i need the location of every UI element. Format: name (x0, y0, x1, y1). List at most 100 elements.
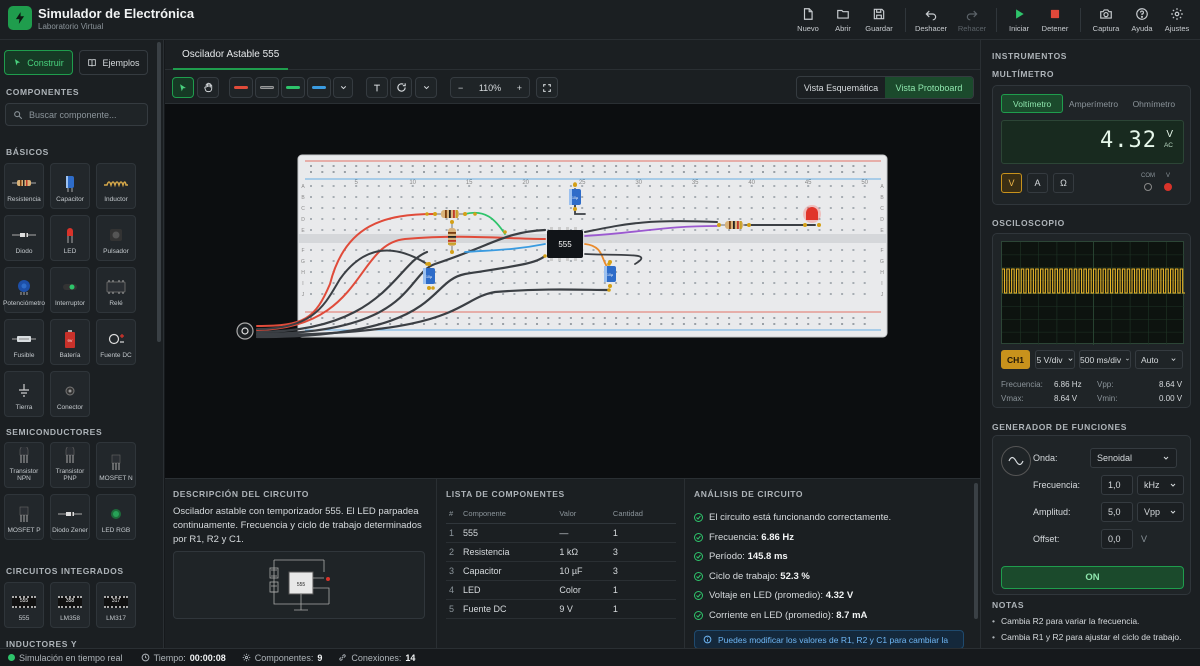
comp-ic-lm317[interactable]: 317 LM317 (96, 582, 136, 628)
open-button[interactable]: Abrir (832, 3, 854, 37)
breadboard-hole (456, 207, 459, 209)
v-jack[interactable] (1164, 183, 1172, 191)
breadboard-hole (739, 185, 742, 187)
zoom-in-button[interactable]: + (517, 83, 522, 93)
resistor-band (729, 221, 731, 229)
help-button[interactable]: Ayuda (1130, 3, 1154, 37)
table-row[interactable]: 2 Resistencia 1 kΩ 3 (446, 542, 676, 562)
comp-conector[interactable]: Conector (50, 371, 90, 417)
wire-red-button[interactable] (229, 77, 253, 98)
table-row[interactable]: 3 Capacitor 10 µF 3 (446, 561, 676, 581)
channel-1-button[interactable]: CH1 (1001, 350, 1030, 369)
bottom-panel-scrollbar[interactable] (974, 483, 978, 619)
comp-fuente-dc[interactable]: Fuente DC (96, 319, 136, 365)
start-button[interactable]: Iniciar (1007, 3, 1031, 37)
amp-label: Amplitud: (1033, 507, 1071, 517)
search-input[interactable]: Buscar componente... (29, 110, 117, 120)
comp-mosfet-n[interactable]: MOSFET N (96, 442, 136, 488)
view-protoboard-button[interactable]: Vista Protoboard (885, 77, 973, 98)
breadboard-hole (434, 165, 437, 167)
tab-amperimetro[interactable]: Amperímetro (1063, 94, 1123, 113)
breadboard-hole (615, 229, 618, 231)
comp-mosfet-p[interactable]: MOSFET P (4, 494, 44, 540)
comp-transistor-pnp[interactable]: Transistor PNP (50, 442, 90, 488)
breadboard-hole (400, 249, 403, 251)
comp-capacitor[interactable]: Capacitor (50, 163, 90, 209)
breadboard-hole (389, 185, 392, 187)
schematic-thumbnail[interactable]: 555 (173, 551, 425, 619)
amplitude-unit-select[interactable]: Vpp (1137, 502, 1184, 522)
comp-transistor-npn[interactable]: Transistor NPN (4, 442, 44, 488)
mm-ohm-button[interactable]: Ω (1053, 173, 1074, 193)
breadboard-hole (310, 260, 312, 262)
waveform-select[interactable]: Senoidal (1090, 448, 1177, 468)
mm-volt-button[interactable]: V (1001, 173, 1022, 193)
construir-mode-button[interactable]: Construir (4, 50, 73, 75)
comp-led-rgb[interactable]: LED RGB (96, 494, 136, 540)
breadboard-view[interactable]: 5 10 15 20 25 30 35 40 45 50 A AB BC CD DE EF FG GH HI IJ J… (165, 104, 980, 478)
new-button[interactable]: Nuevo (797, 3, 819, 37)
frequency-unit-select[interactable]: kHz (1137, 475, 1184, 495)
undo-button[interactable]: Deshacer (915, 3, 947, 37)
comp-interruptor[interactable]: Interruptor (50, 267, 90, 313)
comp-fusible[interactable]: Fusible (4, 319, 44, 365)
wire-blue-button[interactable] (307, 77, 331, 98)
comp-inductor[interactable]: Inductor (96, 163, 136, 209)
row-letter: C (301, 206, 305, 212)
comp-pulsador[interactable]: Pulsador (96, 215, 136, 261)
offset-input[interactable]: 0,0 (1101, 529, 1133, 549)
table-row[interactable]: 4 LED Color 1 (446, 580, 676, 600)
view-schematic-button[interactable]: Vista Esquemática (797, 77, 885, 98)
capture-button[interactable]: Captura (1092, 3, 1120, 37)
pan-tool-button[interactable] (197, 77, 219, 98)
comp-led[interactable]: LED (50, 215, 90, 261)
save-button[interactable]: Guardar (865, 3, 893, 37)
table-row[interactable]: 5 Fuente DC 9 V1 (446, 599, 676, 619)
comp-tierra[interactable]: Tierra (4, 371, 44, 417)
select-tool-button[interactable] (172, 77, 194, 98)
comp-resistencia[interactable]: Resistencia (4, 163, 44, 209)
breadboard-hole (863, 207, 866, 209)
table-row[interactable]: 1 555—1 (446, 523, 676, 543)
tab-oscilador-555[interactable]: Oscilador Astable 555 (173, 40, 289, 70)
comp-rele[interactable]: Relé (96, 267, 136, 313)
tab-voltimetro[interactable]: Voltímetro (1001, 94, 1064, 113)
circuit-canvas[interactable]: 5 10 15 20 25 30 35 40 45 50 AABBCCDDEEFFGGHHIIJJ… (165, 104, 980, 478)
ejemplos-mode-button[interactable]: Ejemplos (79, 50, 148, 75)
breadboard-hole (468, 207, 471, 209)
breadboard-hole (841, 218, 844, 220)
settings-button[interactable]: Ajustes (1164, 3, 1190, 37)
frequency-input[interactable]: 1,0 (1101, 475, 1133, 495)
comp-ic-lm358[interactable]: 358 LM358 (50, 582, 90, 628)
comp-ic-555[interactable]: 555 555 (4, 582, 44, 628)
sidebar-scrollbar[interactable] (157, 42, 161, 342)
wire-green-button[interactable] (281, 77, 305, 98)
fit-view-button[interactable] (536, 77, 558, 98)
timediv-select[interactable]: 500 ms/div (1079, 350, 1131, 369)
redo-button[interactable]: Rehacer (957, 3, 987, 37)
more-tools-dropdown[interactable] (415, 77, 437, 98)
breadboard-hole (852, 293, 855, 295)
comp-diodo[interactable]: Diodo (4, 215, 44, 261)
text-tool-button[interactable] (366, 77, 388, 98)
component-search[interactable]: Buscar componente... (5, 103, 148, 126)
rotate-tool-button[interactable] (390, 77, 412, 98)
check-circle-icon (694, 571, 703, 581)
comp-potenciometro[interactable]: Potenciómetro (3, 267, 45, 313)
amplitude-input[interactable]: 5,0 (1101, 502, 1133, 522)
comp-bateria[interactable]: 9V Batería (50, 319, 90, 365)
trigger-select[interactable]: Auto (1135, 350, 1183, 369)
vdiv-select[interactable]: 5 V/div (1035, 350, 1075, 369)
generator-on-button[interactable]: ON (1001, 566, 1184, 589)
breadboard-hole (863, 196, 866, 198)
stop-button[interactable]: Detener (1041, 3, 1069, 37)
com-jack[interactable] (1144, 183, 1152, 191)
wire-white-button[interactable] (255, 77, 279, 98)
tab-ohmimetro[interactable]: Ohmímetro (1124, 94, 1184, 113)
zoom-out-button[interactable]: − (458, 83, 463, 93)
comp-diodo-zener[interactable]: Diodo Zener (50, 494, 90, 540)
wire-color-dropdown[interactable] (333, 77, 353, 98)
breadboard-hole (366, 229, 369, 231)
mm-amp-button[interactable]: A (1027, 173, 1048, 193)
pin-dot (608, 284, 612, 288)
